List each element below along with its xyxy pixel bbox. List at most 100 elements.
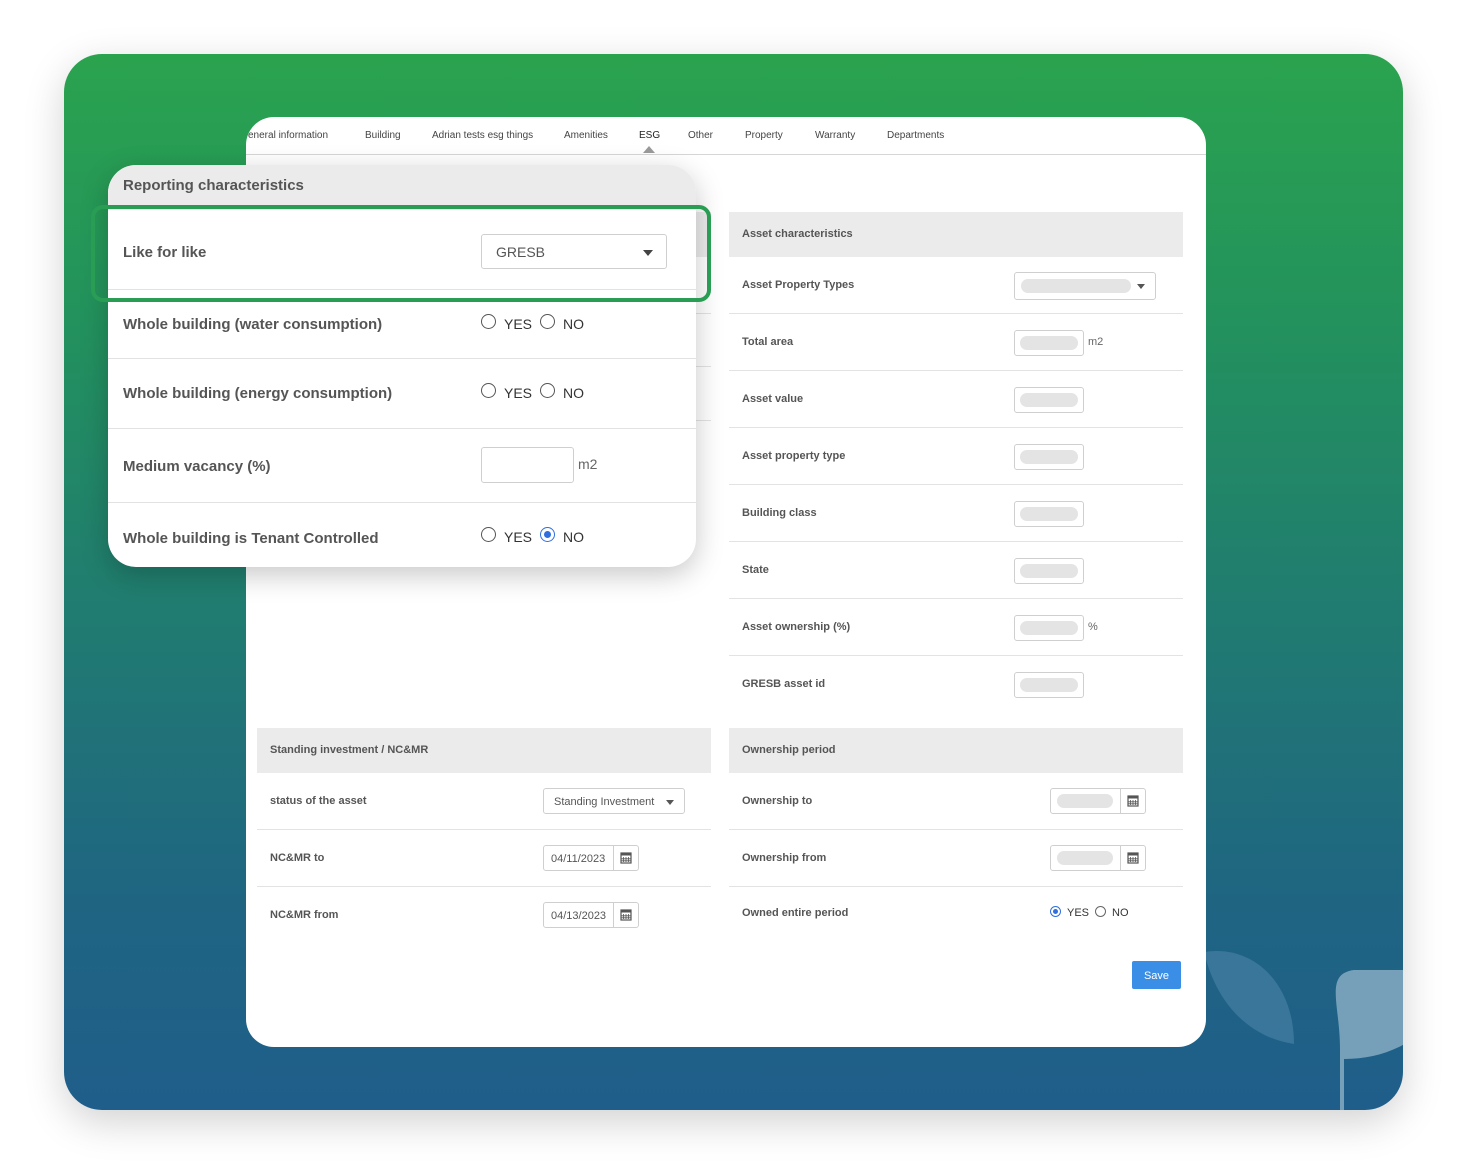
like-for-like-row: Like for like GRESB [108, 216, 696, 290]
save-button[interactable]: Save [1132, 961, 1181, 989]
ncmr-to-value: 04/11/2023 [551, 853, 606, 865]
ownership-to-row: Ownership to [729, 773, 1183, 830]
asset-ownership-label: Asset ownership (%) [742, 621, 851, 633]
asset-property-type-input[interactable] [1014, 444, 1084, 470]
tab-property[interactable]: Property [745, 130, 783, 141]
building-class-input[interactable] [1014, 501, 1084, 527]
asset-ownership-unit: % [1088, 621, 1098, 633]
medium-vacancy-input[interactable] [481, 447, 574, 483]
asset-value-label: Asset value [742, 393, 804, 405]
medium-vacancy-label: Medium vacancy (%) [123, 458, 271, 475]
tenant-controlled-label: Whole building is Tenant Controlled [123, 530, 379, 547]
state-input[interactable] [1014, 558, 1084, 584]
total-area-row: Total area m2 [729, 314, 1183, 371]
total-area-unit: m2 [1088, 336, 1104, 348]
state-row: State [729, 542, 1183, 599]
reporting-characteristics-title: Reporting characteristics [123, 177, 304, 194]
tab-adrian-tests-esg-things[interactable]: Adrian tests esg things [432, 130, 533, 141]
owned-entire-yes-label: YES [1067, 907, 1090, 919]
asset-ownership-row: Asset ownership (%) % [729, 599, 1183, 656]
chevron-down-icon [666, 800, 674, 805]
ownership-period-section: Ownership period Ownership to Ownership … [729, 728, 1183, 943]
asset-value-row: Asset value [729, 371, 1183, 428]
standing-investment-title: Standing investment / NC&MR [257, 728, 711, 773]
chevron-down-icon [1137, 284, 1145, 289]
energy-yes-label: YES [504, 385, 533, 401]
asset-property-type-label: Asset property type [742, 450, 846, 462]
asset-characteristics-section: Asset characteristics Asset Property Typ… [729, 212, 1183, 712]
reporting-characteristics-header: Reporting characteristics [108, 165, 696, 210]
ncmr-from-value: 04/13/2023 [551, 910, 607, 922]
ownership-from-date-input[interactable] [1050, 845, 1146, 871]
calendar-icon[interactable] [613, 903, 638, 927]
water-no-label: NO [563, 316, 584, 332]
water-yes-radio[interactable] [481, 314, 496, 329]
calendar-icon[interactable] [613, 846, 638, 870]
owned-entire-yes-radio[interactable] [1050, 906, 1061, 917]
owned-entire-period-label: Owned entire period [742, 907, 849, 919]
like-for-like-label: Like for like [123, 244, 207, 261]
owned-entire-no-label: NO [1112, 907, 1129, 919]
like-for-like-select[interactable]: GRESB [481, 234, 667, 269]
status-select-value: Standing Investment [554, 796, 655, 808]
status-label: status of the asset [270, 795, 367, 807]
building-class-label: Building class [742, 507, 817, 519]
gresb-asset-id-input[interactable] [1014, 672, 1084, 698]
total-area-label: Total area [742, 336, 794, 348]
water-consumption-label: Whole building (water consumption) [123, 316, 383, 333]
tab-general-information[interactable]: eneral information [248, 130, 328, 141]
asset-ownership-input[interactable] [1014, 615, 1084, 641]
reporting-characteristics-card: Reporting characteristics Like for like … [108, 165, 696, 567]
tenant-yes-label: YES [504, 529, 533, 545]
tab-warranty[interactable]: Warranty [815, 130, 855, 141]
asset-property-types-select[interactable] [1014, 272, 1156, 300]
tab-building[interactable]: Building [365, 130, 401, 141]
tab-esg[interactable]: ESG [639, 130, 660, 141]
building-class-row: Building class [729, 485, 1183, 542]
asset-characteristics-title: Asset characteristics [729, 212, 1183, 257]
ownership-from-label: Ownership from [742, 852, 827, 864]
energy-consumption-row: Whole building (energy consumption) YES … [108, 359, 696, 429]
ncmr-from-row: NC&MR from 04/13/2023 [257, 887, 711, 943]
state-label: State [742, 564, 769, 576]
medium-vacancy-row: Medium vacancy (%) m2 [108, 429, 696, 503]
ownership-period-title: Ownership period [729, 728, 1183, 773]
status-row: status of the asset Standing Investment [257, 773, 711, 830]
tenant-controlled-row: Whole building is Tenant Controlled YES … [108, 503, 696, 567]
tab-other[interactable]: Other [688, 130, 713, 141]
asset-property-type-row: Asset property type [729, 428, 1183, 485]
ownership-to-date-input[interactable] [1050, 788, 1146, 814]
ncmr-to-date-input[interactable]: 04/11/2023 [543, 845, 639, 871]
asset-property-types-label: Asset Property Types [742, 279, 855, 291]
energy-no-radio[interactable] [540, 383, 555, 398]
water-no-radio[interactable] [540, 314, 555, 329]
tenant-no-radio[interactable] [540, 527, 555, 542]
water-yes-label: YES [504, 316, 533, 332]
ncmr-from-date-input[interactable]: 04/13/2023 [543, 902, 639, 928]
ncmr-from-label: NC&MR from [270, 909, 339, 921]
asset-value-input[interactable] [1014, 387, 1084, 413]
asset-property-types-row: Asset Property Types [729, 257, 1183, 314]
energy-consumption-label: Whole building (energy consumption) [123, 385, 393, 402]
tab-departments[interactable]: Departments [887, 130, 944, 141]
water-consumption-row: Whole building (water consumption) YES N… [108, 290, 696, 359]
medium-vacancy-unit: m2 [578, 456, 598, 472]
active-tab-indicator [643, 146, 655, 153]
energy-no-label: NO [563, 385, 584, 401]
calendar-icon[interactable] [1120, 789, 1145, 813]
energy-yes-radio[interactable] [481, 383, 496, 398]
chevron-down-icon [643, 250, 653, 256]
tenant-yes-radio[interactable] [481, 527, 496, 542]
tab-bar: eneral information Building Adrian tests… [246, 117, 1206, 155]
tab-amenities[interactable]: Amenities [564, 130, 608, 141]
standing-investment-section: Standing investment / NC&MR status of th… [257, 728, 711, 943]
ncmr-to-row: NC&MR to 04/11/2023 [257, 830, 711, 887]
ncmr-to-label: NC&MR to [270, 852, 325, 864]
calendar-icon[interactable] [1120, 846, 1145, 870]
owned-entire-no-radio[interactable] [1095, 906, 1106, 917]
status-select[interactable]: Standing Investment [543, 788, 685, 814]
ownership-to-label: Ownership to [742, 795, 813, 807]
like-for-like-value: GRESB [496, 244, 546, 260]
gresb-asset-id-label: GRESB asset id [742, 678, 826, 690]
total-area-input[interactable] [1014, 330, 1084, 356]
